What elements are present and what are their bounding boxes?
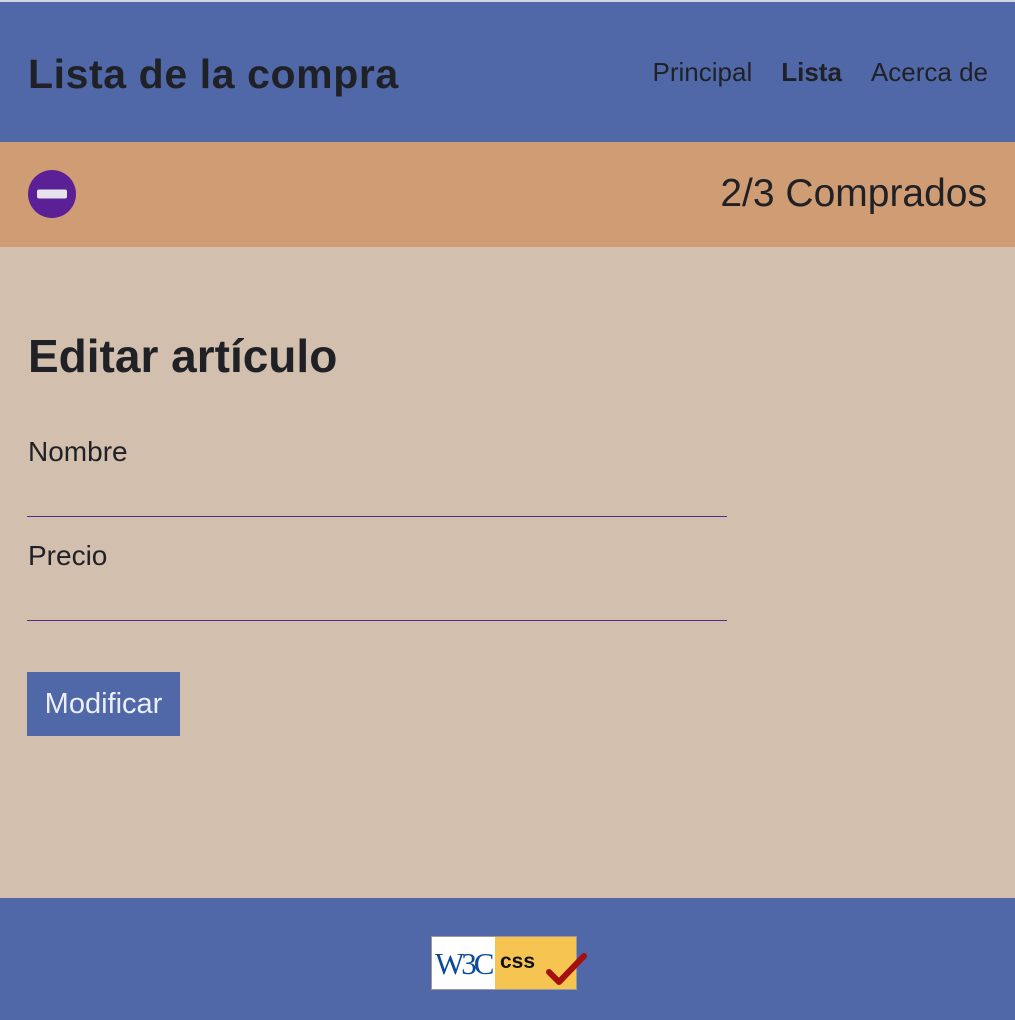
svg-text:css: css — [500, 950, 535, 973]
site-title: Lista de la compra — [28, 51, 399, 97]
w3c-css-badge[interactable]: W3C css — [431, 936, 587, 992]
site-footer: W3C css — [0, 898, 1015, 1020]
precio-input[interactable] — [27, 585, 727, 621]
page-title: Editar artículo — [28, 330, 338, 382]
purchased-count: 2/3 Comprados — [720, 172, 987, 215]
main-content: Editar artículo Nombre Precio Modificar — [0, 247, 1015, 898]
nav-link-acerca-de[interactable]: Acerca de — [871, 54, 988, 90]
minus-circle-icon[interactable] — [28, 170, 76, 218]
main-nav: Principal Lista Acerca de — [653, 54, 988, 90]
precio-label: Precio — [28, 540, 108, 571]
site-header: Lista de la compra Principal Lista Acerc… — [0, 2, 1015, 142]
modificar-button[interactable]: Modificar — [27, 672, 180, 736]
nav-link-principal[interactable]: Principal — [653, 54, 753, 90]
svg-text:W3C: W3C — [435, 946, 493, 981]
nombre-label: Nombre — [28, 436, 128, 467]
nav-link-lista[interactable]: Lista — [781, 54, 842, 90]
nombre-input[interactable] — [27, 481, 727, 517]
